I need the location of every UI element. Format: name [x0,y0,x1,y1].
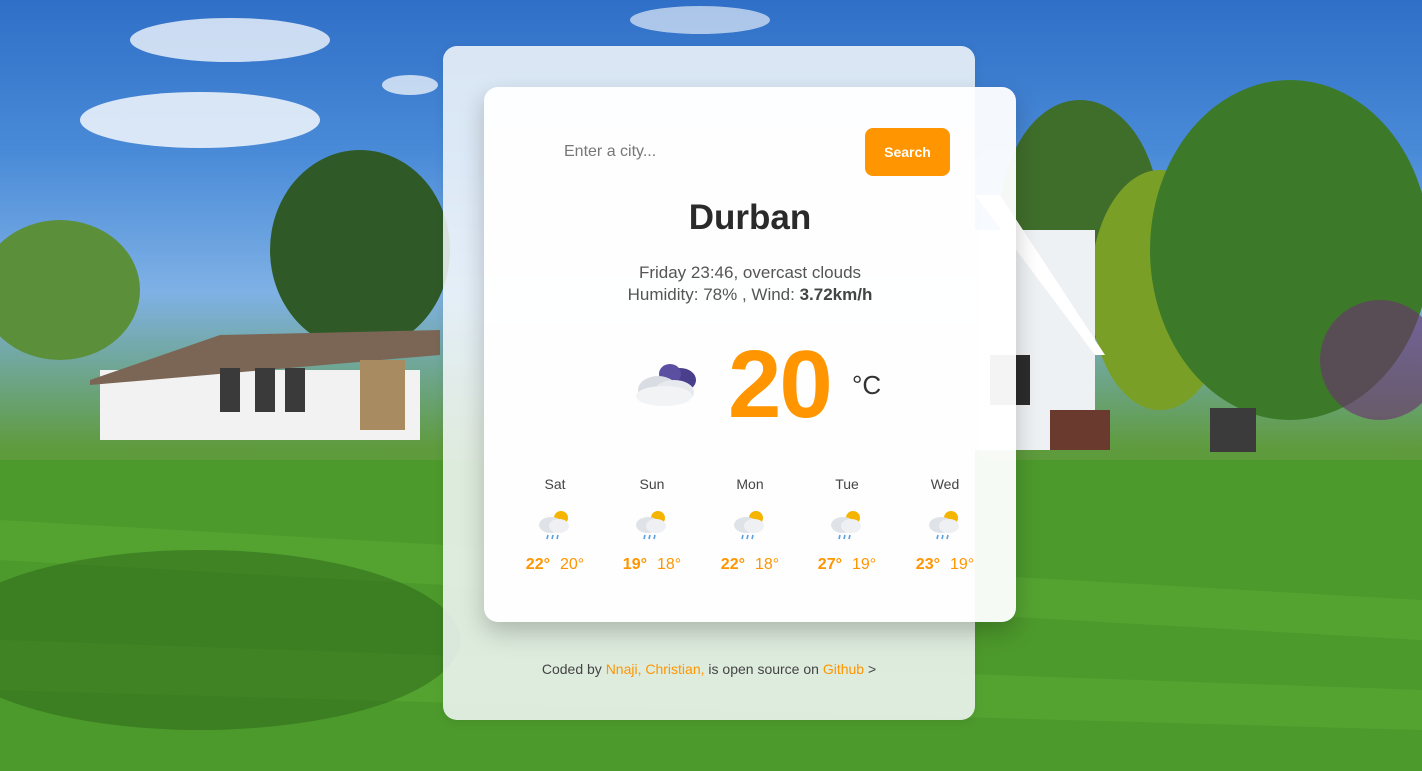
wind-value: 3.72km/h [799,285,873,304]
github-link[interactable]: Github [823,661,864,677]
weather-description: Friday 23:46, overcast clouds Humidity: … [484,262,1016,306]
forecast-high: 19° [622,556,647,573]
humidity-value: 78% [703,285,738,304]
humidity-and-wind: Humidity: 78% , Wind: 3.72km/h [627,285,873,304]
city-name: Durban [688,198,812,237]
city-search-input[interactable] [548,128,848,176]
footer-credits: Coded by Nnaji, Christian, is open sourc… [443,661,975,677]
sun-rain-cloud-icon [734,511,764,540]
forecast-day-name: Sat [544,476,566,492]
forecast-day: Wed 23° 19° [896,474,994,574]
forecast-day-name: Wed [930,476,960,492]
forecast-day-name: Sun [639,476,665,492]
sun-rain-cloud-icon [831,511,861,540]
humidity-label: Humidity: [627,285,704,304]
forecast-day: Sun 19° 18° [603,474,701,574]
sun-rain-cloud-icon [636,511,666,540]
forecast-low: 20° [560,556,585,573]
footer-suffix: > [864,661,877,677]
day-time: Friday 23:46 [638,263,734,282]
forecast-low: 19° [950,556,975,573]
overcast-clouds-icon [636,364,696,406]
condition-text: overcast clouds [742,263,862,282]
search-form: Search [548,128,950,176]
forecast-low: 18° [657,556,682,573]
forecast-day-name: Tue [835,476,859,492]
forecast-day: Tue 27° 19° [798,474,896,574]
temperature-unit: °C [852,370,882,400]
forecast-low: 19° [852,556,877,573]
forecast-high: 22° [525,556,550,573]
forecast-high: 23° [915,556,940,573]
forecast-list: Sat 22° 20° Sun 19° 18° Mon 22° 18° Tue … [506,474,996,594]
forecast-low: 18° [755,556,780,573]
current-temperature: 20 [728,331,833,438]
date-and-condition: Friday 23:46, overcast clouds [638,263,862,282]
forecast-day: Mon 22° 18° [701,474,799,574]
search-button[interactable]: Search [865,128,950,176]
wind-label: Wind: [751,285,800,304]
sun-rain-cloud-icon [929,511,959,540]
forecast-high: 22° [720,556,745,573]
forecast-day-name: Mon [736,476,764,492]
forecast-day: Sat 22° 20° [506,474,604,574]
forecast-high: 27° [817,556,842,573]
sun-rain-cloud-icon [539,511,569,540]
footer-prefix: Coded by [541,661,606,677]
footer-middle: is open source on [704,661,823,677]
author-link[interactable]: Nnaji, Christian, [606,661,705,677]
